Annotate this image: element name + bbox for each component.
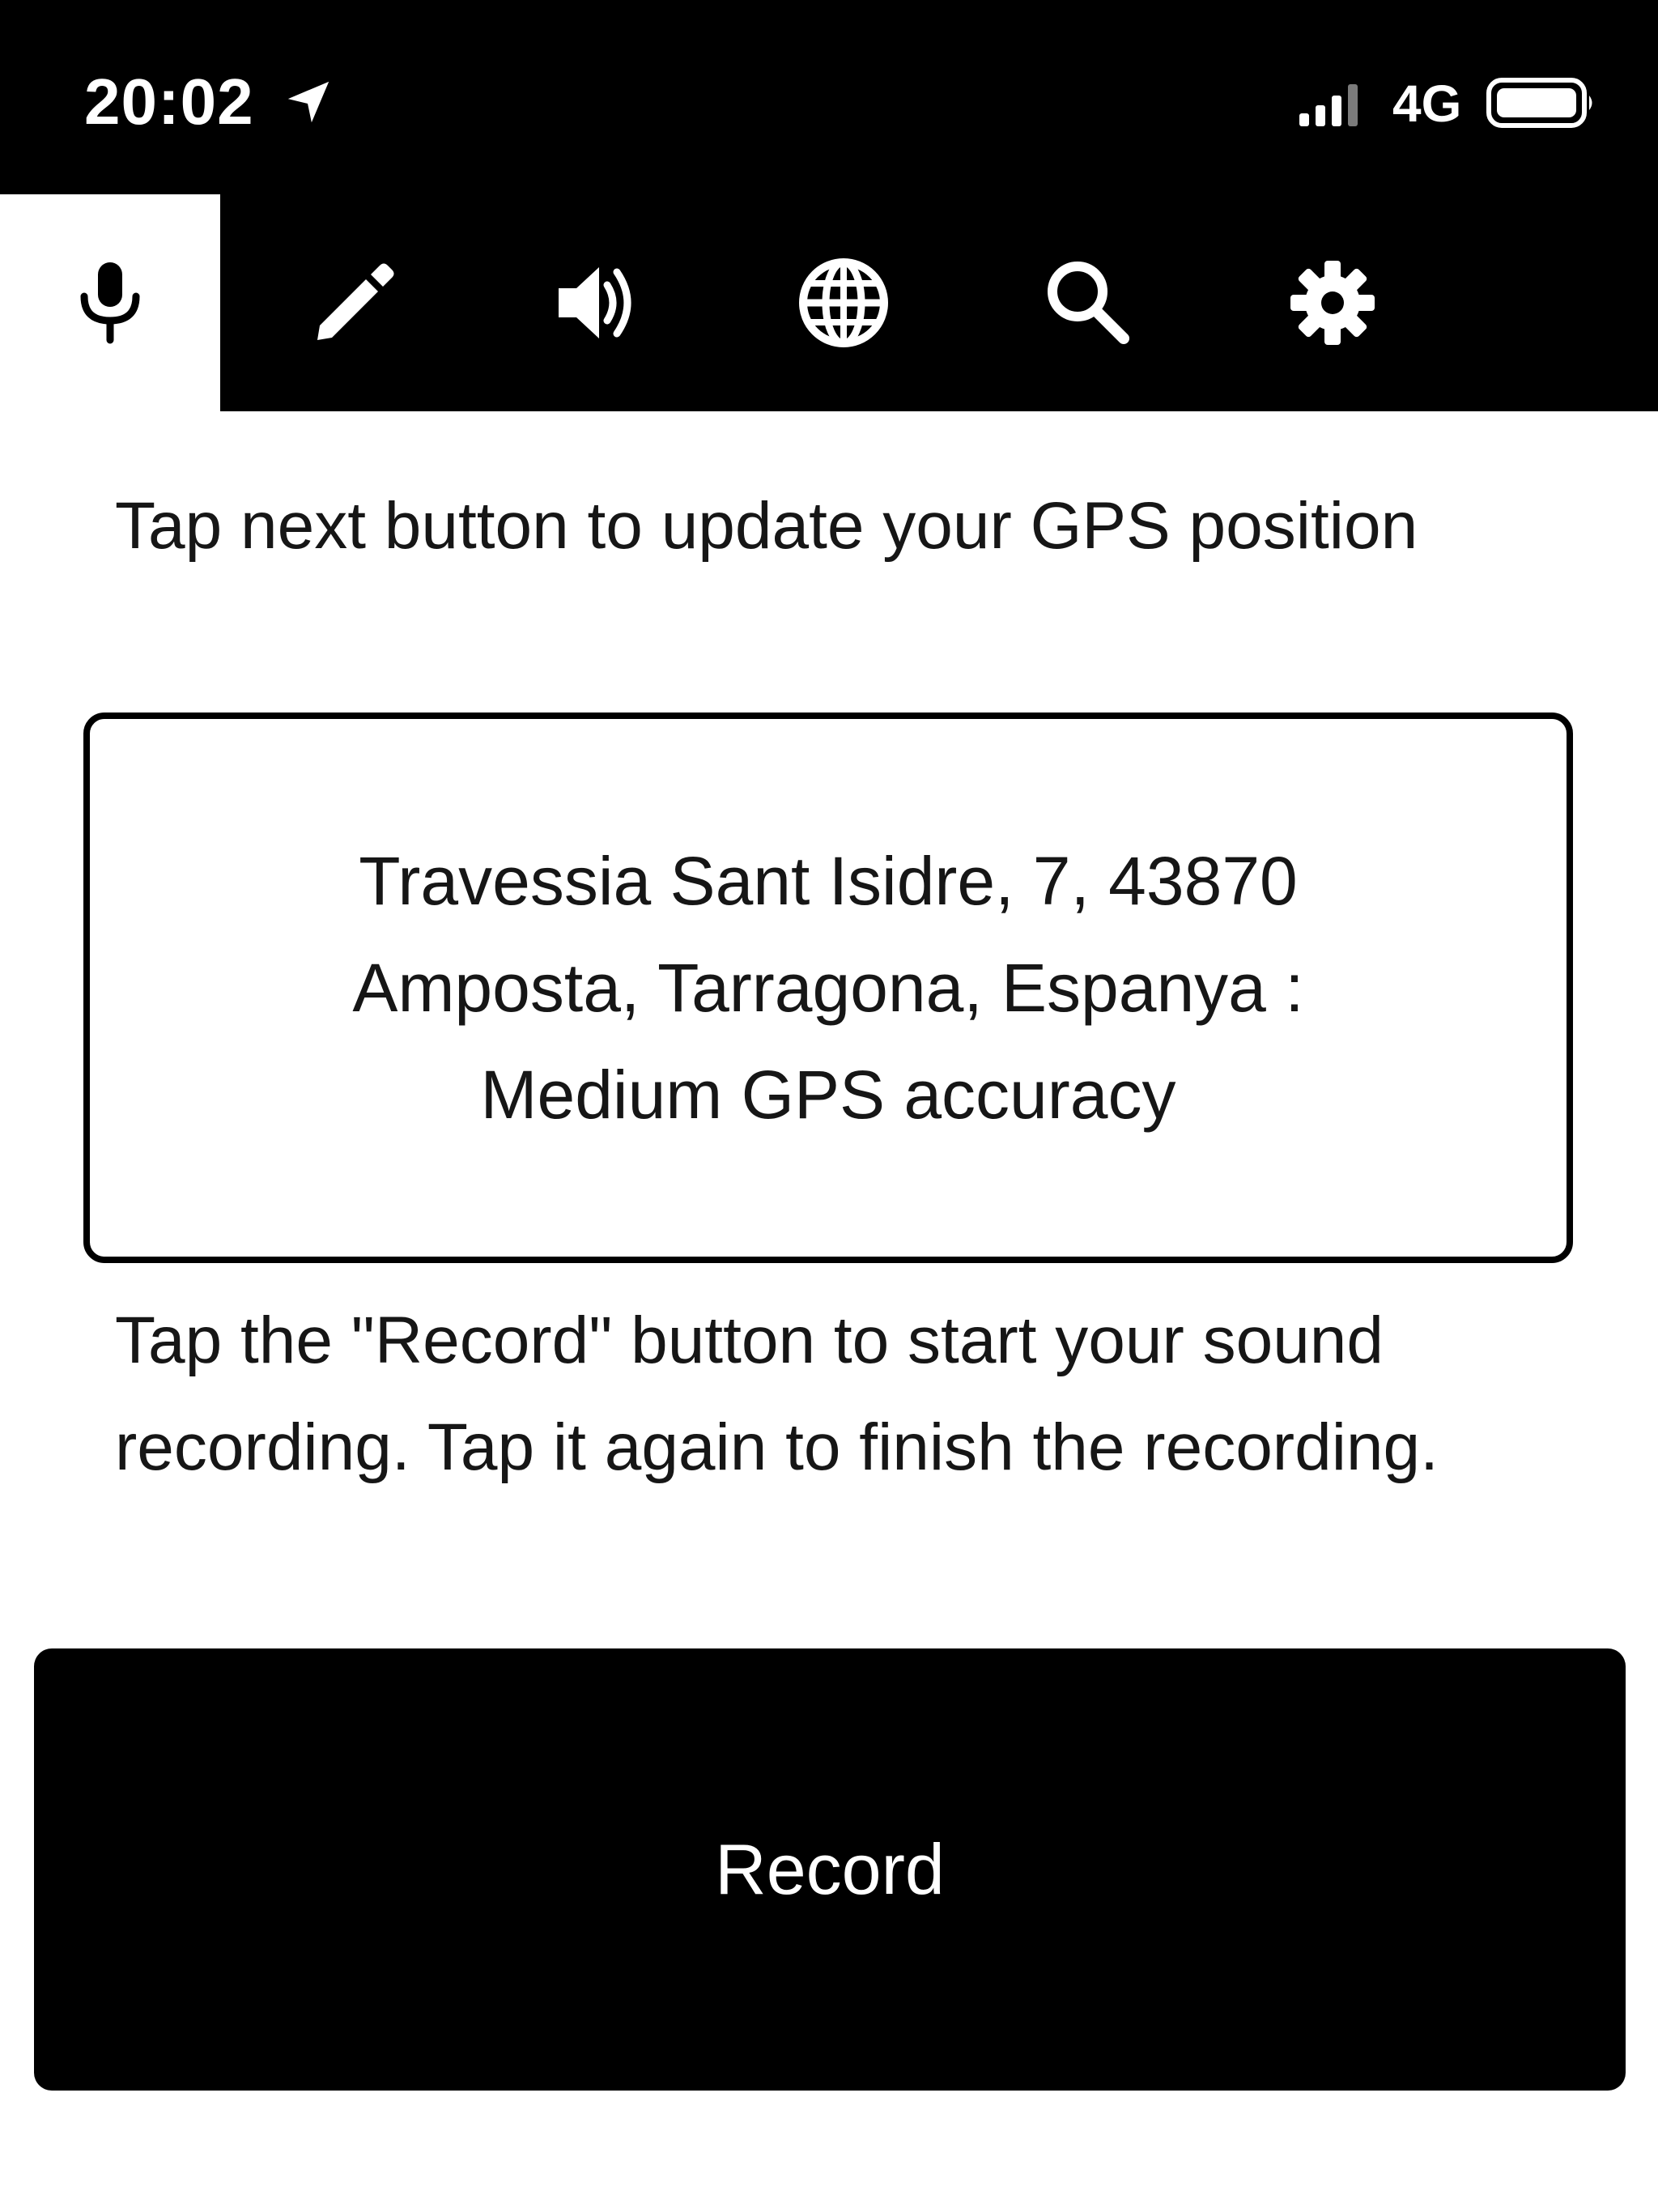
record-button[interactable]: Record bbox=[34, 1648, 1626, 2091]
speaker-icon bbox=[559, 267, 631, 338]
status-time: 20:02 bbox=[84, 66, 254, 138]
globe-icon bbox=[799, 258, 888, 347]
tab-web[interactable] bbox=[733, 194, 954, 411]
tab-edit[interactable] bbox=[244, 194, 465, 411]
signal-bars-icon bbox=[1299, 84, 1358, 126]
tab-sound[interactable] bbox=[489, 194, 709, 411]
pencil-icon bbox=[317, 263, 394, 340]
gps-update-button[interactable]: Travessia Sant Isidre, 7, 43870 Amposta,… bbox=[83, 713, 1573, 1263]
record-instruction: Tap the "Record" button to start your so… bbox=[115, 1304, 1439, 1484]
tab-record[interactable] bbox=[0, 194, 220, 411]
search-icon bbox=[1048, 262, 1129, 344]
status-bar: 20:02 4G bbox=[0, 0, 1658, 194]
location-arrow-icon bbox=[287, 81, 329, 123]
microphone-icon bbox=[80, 262, 140, 344]
gps-position-text: Travessia Sant Isidre, 7, 43870 Amposta,… bbox=[352, 843, 1304, 1133]
gps-update-instruction: Tap next button to update your GPS posit… bbox=[115, 489, 1418, 563]
network-type: 4G bbox=[1392, 74, 1462, 133]
tab-search[interactable] bbox=[978, 194, 1198, 411]
gear-icon bbox=[1290, 261, 1375, 345]
tab-settings[interactable] bbox=[1222, 194, 1443, 411]
battery-icon bbox=[1486, 78, 1592, 128]
tab-bar bbox=[0, 194, 1658, 411]
